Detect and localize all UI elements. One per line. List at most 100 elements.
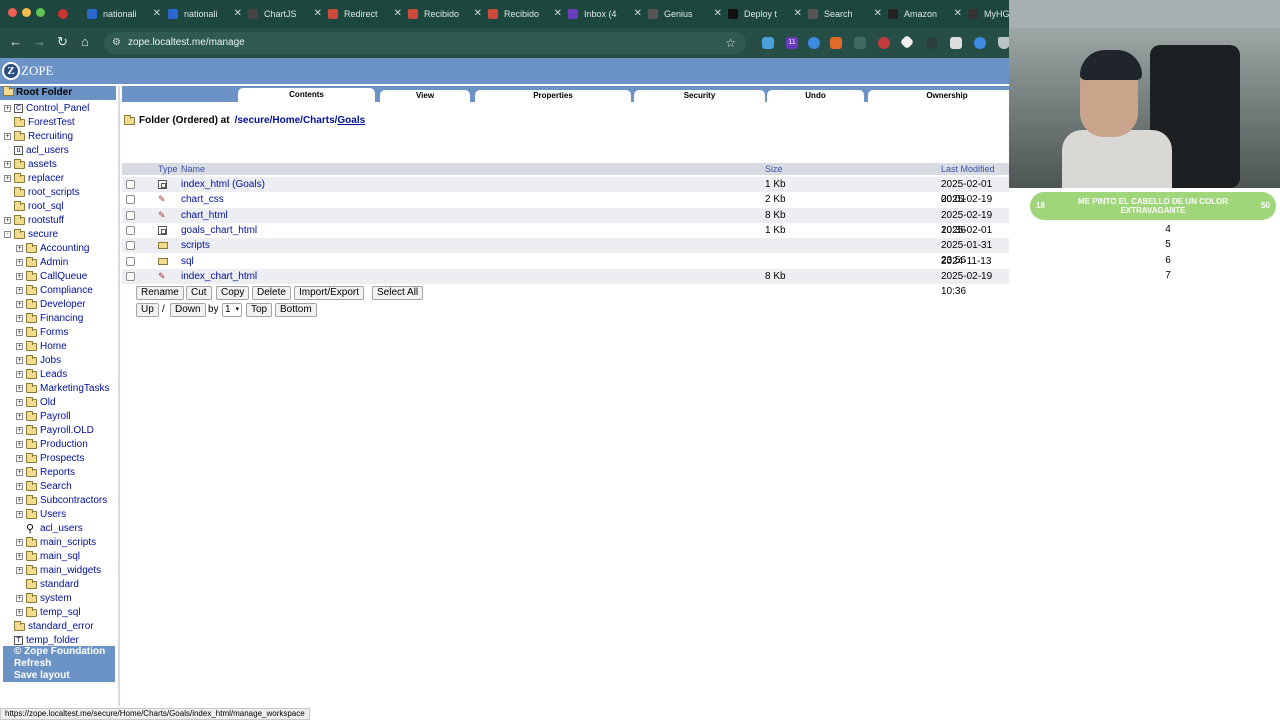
expand-icon[interactable]: + (4, 105, 11, 112)
copyright-link[interactable]: © Zope Foundation (14, 646, 115, 658)
row-checkbox[interactable] (126, 256, 135, 266)
tree-item[interactable]: replacer (14, 172, 64, 185)
row-name-link[interactable]: goals_chart_html (181, 223, 257, 238)
tab-contents[interactable]: Contents (238, 88, 375, 102)
tree-item[interactable]: u acl_users (14, 144, 69, 157)
table-row[interactable]: index_html (Goals) 1 Kb 2025-02-01 00:01 (122, 177, 1010, 205)
cut-button[interactable]: Cut (186, 286, 212, 300)
zoom-window-button[interactable] (36, 8, 45, 17)
row-name-link[interactable]: index_chart_html (181, 269, 257, 284)
extension-icon[interactable] (830, 37, 842, 49)
table-row[interactable]: sql2024-11-13 09:35 (122, 254, 1010, 282)
browser-tab[interactable]: Recibido ✕ (488, 4, 562, 24)
tab-ownership[interactable]: Ownership (868, 90, 1026, 102)
tree-item[interactable]: ForestTest (14, 116, 75, 129)
tree-item[interactable]: main_scripts (26, 536, 96, 549)
row-name-link[interactable]: scripts (181, 238, 210, 253)
tree-item[interactable]: assets (14, 158, 57, 171)
expand-icon[interactable]: + (16, 497, 23, 504)
tree-item[interactable]: Production (26, 438, 88, 451)
expand-icon[interactable]: + (16, 469, 23, 476)
row-checkbox[interactable] (126, 180, 135, 189)
move-bottom-button[interactable]: Bottom (275, 303, 317, 317)
rename-button[interactable]: Rename (136, 286, 184, 300)
expand-icon[interactable]: + (16, 553, 23, 560)
forward-icon[interactable]: → (33, 35, 46, 49)
tree-item[interactable]: Old (26, 396, 56, 409)
extension-icon[interactable] (762, 37, 774, 49)
site-info-icon[interactable]: ⚙ (112, 32, 121, 54)
refresh-link[interactable]: Refresh (14, 658, 115, 670)
save-layout-link[interactable]: Save layout (14, 670, 115, 682)
reload-icon[interactable]: ↻ (57, 35, 68, 49)
header-size[interactable]: Size (765, 163, 783, 175)
tree-item[interactable]: Jobs (26, 354, 61, 367)
table-row[interactable]: ✎chart_css2 Kb2025-02-19 09:51 (122, 192, 1010, 220)
extension-icon[interactable] (950, 37, 962, 49)
root-folder-link[interactable]: Root Folder (0, 86, 116, 100)
expand-icon[interactable]: + (4, 161, 11, 168)
tab-close-icon[interactable]: ✕ (394, 8, 402, 19)
row-name-link[interactable]: chart_css (181, 192, 224, 207)
tab-view[interactable]: View (380, 90, 470, 102)
tree-item[interactable]: root_sql (14, 200, 64, 213)
import-export-button[interactable]: Import/Export (294, 286, 365, 300)
tree-item[interactable]: ⚲ acl_users (26, 522, 83, 535)
table-row[interactable]: scripts 2025-01-31 23:56 (122, 238, 1010, 266)
expand-icon[interactable]: + (16, 539, 23, 546)
address-bar[interactable]: ⚙ zope.localtest.me/manage ☆ (104, 32, 746, 54)
delete-button[interactable]: Delete (252, 286, 291, 300)
browser-tab[interactable]: Recibido ✕ (408, 4, 482, 24)
tree-item[interactable]: Recruiting (14, 130, 73, 143)
tree-item[interactable]: temp_sql (26, 606, 81, 619)
tree-item[interactable]: MarketingTasks (26, 382, 109, 395)
browser-tab[interactable]: Inbox (4 ✕ (568, 4, 642, 24)
move-down-button[interactable]: Down (170, 303, 206, 317)
tab-close-icon[interactable]: ✕ (714, 8, 722, 19)
tab-properties[interactable]: Properties (475, 90, 631, 102)
row-checkbox[interactable] (126, 210, 135, 220)
tab-close-icon[interactable]: ✕ (474, 8, 482, 19)
row-name-link[interactable]: sql (181, 254, 194, 269)
expand-icon[interactable]: + (16, 315, 23, 322)
expand-icon[interactable]: + (16, 399, 23, 406)
browser-tab[interactable]: nationali ✕ (87, 4, 161, 24)
browser-tab[interactable]: Amazon ✕ (888, 4, 962, 24)
tree-item[interactable]: main_widgets (26, 564, 101, 577)
tree-item[interactable]: Subcontractors (26, 494, 107, 507)
browser-tab[interactable]: Deploy t ✕ (728, 4, 802, 24)
back-icon[interactable]: ← (9, 35, 22, 49)
breadcrumb-home[interactable]: /Home (270, 115, 301, 126)
expand-icon[interactable]: + (16, 441, 23, 448)
expand-icon[interactable]: + (16, 245, 23, 252)
tree-item[interactable]: rootstuff (14, 214, 64, 227)
browser-tab[interactable]: Genius ✕ (648, 4, 722, 24)
tree-item[interactable]: Prospects (26, 452, 84, 465)
minimize-window-button[interactable] (22, 8, 31, 17)
browser-tab[interactable]: Redirect ✕ (328, 4, 402, 24)
row-checkbox[interactable] (126, 271, 135, 281)
expand-icon[interactable]: + (16, 511, 23, 518)
tab-close-icon[interactable]: ✕ (634, 8, 642, 19)
expand-icon[interactable]: + (16, 483, 23, 490)
expand-icon[interactable]: + (4, 217, 11, 224)
expand-icon[interactable]: + (4, 175, 11, 182)
tree-item[interactable]: Users (26, 508, 66, 521)
expand-icon[interactable]: + (16, 273, 23, 280)
tab-close-icon[interactable]: ✕ (954, 8, 962, 19)
extension-icon[interactable] (878, 37, 890, 49)
frame-divider[interactable] (118, 86, 120, 706)
breadcrumb-secure[interactable]: /secure (235, 115, 270, 126)
expand-icon[interactable]: + (16, 385, 23, 392)
tab-close-icon[interactable]: ✕ (153, 8, 161, 19)
table-row[interactable]: goals_chart_html1 Kb2025-02-01 00:00 (122, 223, 1010, 251)
tree-item[interactable]: standard_error (14, 620, 94, 633)
row-checkbox[interactable] (126, 241, 135, 251)
tab-close-icon[interactable]: ✕ (874, 8, 882, 19)
tab-extension[interactable] (58, 4, 76, 24)
move-top-button[interactable]: Top (246, 303, 273, 317)
copy-button[interactable]: Copy (216, 286, 250, 300)
breadcrumb-goals[interactable]: Goals (337, 115, 365, 126)
expand-icon[interactable]: + (16, 595, 23, 602)
expand-icon[interactable]: + (16, 343, 23, 350)
